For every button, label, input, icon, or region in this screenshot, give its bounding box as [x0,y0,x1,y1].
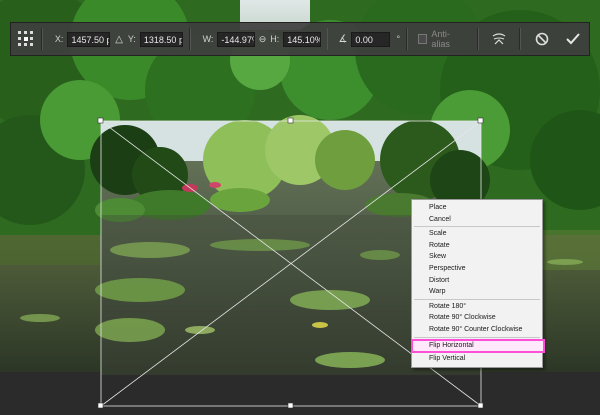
toolbar-divider [477,28,480,50]
link-icon[interactable]: ⊖ [259,34,267,45]
toolbar-divider [406,28,409,50]
angle-icon: ∡ [338,33,348,45]
menu-item-rotate-90-ccw[interactable]: Rotate 90° Counter Clockwise [412,324,542,336]
menu-item-perspective[interactable]: Perspective [412,263,542,275]
menu-item-distort[interactable]: Distort [412,275,542,287]
relative-position-icon[interactable]: △ [115,34,123,45]
menu-item-warp[interactable]: Warp [412,286,542,298]
menu-item-cancel[interactable]: Cancel [412,214,542,226]
anti-alias-label: Anti-alias [431,29,450,49]
menu-item-place[interactable]: Place [412,202,542,214]
warp-mode-icon[interactable] [491,32,507,46]
commit-transform-icon[interactable] [565,32,581,46]
menu-item-rotate[interactable]: Rotate [412,240,542,252]
toolbar-divider [188,28,191,50]
menu-separator [414,336,540,338]
anti-alias-checkbox[interactable] [418,34,428,44]
w-label: W: [202,34,214,44]
menu-item-skew[interactable]: Skew [412,251,542,263]
h-label: H: [270,34,280,44]
reference-point-grid-icon[interactable] [17,30,35,48]
width-field[interactable]: -144.97% [217,31,255,47]
transform-context-menu: Place Cancel Scale Rotate Skew Perspecti… [411,199,545,368]
degree-unit: ° [396,34,401,44]
menu-item-flip-vertical[interactable]: Flip Vertical [412,353,542,365]
rotation-angle-field[interactable]: 0.00 [351,31,391,47]
handle-bottom-left [97,402,104,409]
y-label: Y: [127,34,136,44]
x-label: X: [54,34,64,44]
handle-bottom-center [287,402,294,409]
toolbar-divider [41,28,43,50]
height-field[interactable]: 145.10% [283,31,321,47]
x-position-field[interactable]: 1457.50 px [67,31,111,47]
cancel-transform-icon[interactable] [535,32,549,46]
menu-item-flip-horizontal[interactable]: Flip Horizontal [411,338,545,353]
menu-item-scale[interactable]: Scale [412,228,542,240]
handle-top-center [287,117,294,124]
menu-item-rotate-180[interactable]: Rotate 180° [412,301,542,313]
menu-item-rotate-90-cw[interactable]: Rotate 90° Clockwise [412,312,542,324]
toolbar-divider [326,28,329,50]
transform-options-bar: X: 1457.50 px △ Y: 1318.50 px W: -144.97… [10,22,590,56]
menu-separator [414,226,540,228]
handle-top-right [477,117,484,124]
y-position-field[interactable]: 1318.50 px [139,31,183,47]
handle-top-left [97,117,104,124]
handle-bottom-right [477,402,484,409]
toolbar-divider [519,28,522,50]
menu-separator [414,298,540,300]
